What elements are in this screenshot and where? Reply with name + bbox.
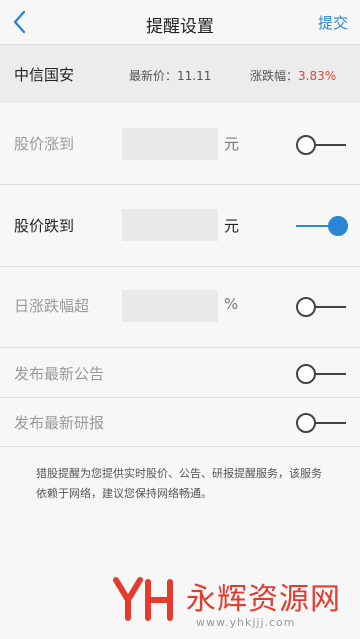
submit-button[interactable]: 提交 [318, 12, 348, 33]
fall-label: 股价跌到 [14, 217, 75, 235]
rise-price-input[interactable] [122, 128, 218, 160]
page-title: 提醒设置 [146, 17, 214, 37]
toggle-knob [296, 413, 316, 433]
rise-label: 股价涨到 [14, 135, 75, 153]
setting-row-daily-change: 日涨跌幅超 % [0, 267, 360, 348]
watermark-text: 永辉资源网 [186, 582, 341, 617]
stock-name: 中信国安 [14, 66, 75, 84]
rise-unit: 元 [224, 135, 240, 153]
daily-change-label: 日涨跌幅超 [14, 297, 90, 315]
price-change: 涨跌幅：3.83% [250, 67, 336, 84]
setting-row-fall: 股价跌到 元 [0, 185, 360, 267]
price-change-value: 3.83% [298, 69, 337, 83]
latest-price-label: 最新价： [129, 69, 178, 83]
report-toggle[interactable] [296, 413, 346, 433]
toggle-knob [296, 364, 316, 384]
price-change-label: 涨跌幅： [250, 69, 299, 83]
fall-toggle[interactable] [296, 216, 348, 236]
service-note: 猎股提醒为您提供实时股价、公告、研报提醒服务，该服务依赖于网络，建议您保持网络畅… [36, 467, 322, 500]
watermark-logo-icon [113, 577, 173, 621]
fall-price-input[interactable] [122, 209, 218, 241]
setting-row-announcement: 发布最新公告 [0, 348, 360, 398]
latest-price-value: 11.11 [177, 69, 212, 83]
announcement-label: 发布最新公告 [14, 365, 105, 383]
announcement-toggle[interactable] [296, 364, 346, 384]
rise-toggle[interactable] [296, 135, 346, 155]
navigation-bar: 提醒设置 提交 [0, 0, 360, 44]
fall-unit: 元 [224, 217, 240, 235]
daily-change-unit: % [224, 295, 239, 313]
toggle-knob [328, 216, 348, 236]
latest-price: 最新价：11.11 [129, 67, 211, 84]
setting-row-report: 发布最新研报 [0, 398, 360, 447]
watermark: 永辉资源网 www.yhkjjj.com [0, 560, 360, 639]
setting-row-rise: 股价涨到 元 [0, 103, 360, 185]
watermark-url: www.yhkjjj.com [196, 616, 296, 629]
toggle-knob [296, 297, 316, 317]
stock-info-bar: 中信国安 最新价：11.11 涨跌幅：3.83% [0, 44, 360, 104]
toggle-knob [296, 135, 316, 155]
report-label: 发布最新研报 [14, 414, 105, 432]
daily-change-toggle[interactable] [296, 297, 346, 317]
daily-change-input[interactable] [122, 290, 218, 322]
